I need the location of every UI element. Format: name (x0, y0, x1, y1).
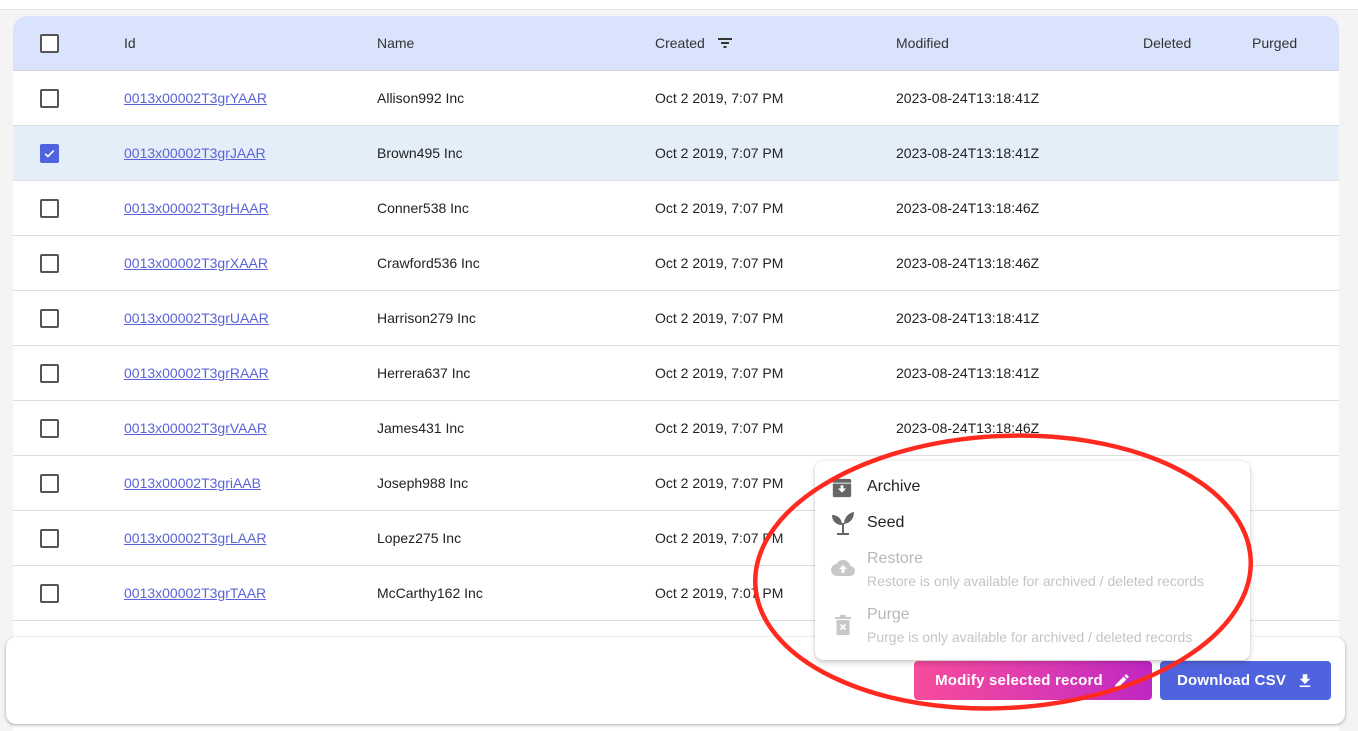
table-header: Id Name Created Modified Deleted Purged (13, 16, 1339, 71)
row-modified: 2023-08-24T13:18:46Z (896, 255, 1040, 271)
record-id-link[interactable]: 0013x00002T3grUAAR (124, 310, 269, 326)
row-created: Oct 2 2019, 7:07 PM (655, 530, 784, 546)
row-id-cell: 0013x00002T3grHAAR (124, 181, 269, 235)
filter-list-icon[interactable] (717, 37, 733, 49)
row-name: Lopez275 Inc (377, 530, 462, 546)
download-icon (1299, 673, 1311, 687)
column-header-name[interactable]: Name (377, 16, 414, 70)
row-created: Oct 2 2019, 7:07 PM (655, 585, 784, 601)
row-name: McCarthy162 Inc (377, 585, 483, 601)
row-name: Herrera637 Inc (377, 365, 471, 381)
row-checkbox[interactable] (40, 309, 59, 328)
column-header-deleted[interactable]: Deleted (1143, 16, 1191, 70)
modify-selected-record-button[interactable]: Modify selected record (914, 661, 1152, 700)
record-id-link[interactable]: 0013x00002T3grTAAR (124, 585, 266, 601)
row-checkbox[interactable] (40, 419, 59, 438)
table-row[interactable]: 0013x00002T3grVAAR James431 Inc Oct 2 2019… (13, 401, 1339, 456)
menu-item-restore: Restore Restore is only available for ar… (815, 547, 1250, 593)
menu-item-purge: Purge Purge is only available for archiv… (815, 603, 1250, 649)
table-row[interactable]: 0013x00002T3grYAAR Allison992 Inc Oct 2 20… (13, 71, 1339, 126)
row-id-cell: 0013x00002T3griAAB (124, 456, 261, 510)
table-row[interactable]: 0013x00002T3grUAAR Harrison279 Inc Oct 2 2… (13, 291, 1339, 346)
table-row[interactable]: 0013x00002T3grRAAR Herrera637 Inc Oct 2 20… (13, 346, 1339, 401)
row-id-cell: 0013x00002T3grUAAR (124, 291, 269, 345)
check-icon (44, 149, 55, 158)
row-created: Oct 2 2019, 7:07 PM (655, 365, 784, 381)
menu-item-seed-label: Seed (867, 514, 905, 531)
row-created: Oct 2 2019, 7:07 PM (655, 145, 784, 161)
row-id-cell: 0013x00002T3grLAAR (124, 511, 266, 565)
record-id-link[interactable]: 0013x00002T3grHAAR (124, 200, 269, 216)
cloud-upload-icon (831, 560, 855, 576)
menu-item-purge-label: Purge (867, 606, 910, 623)
row-checkbox[interactable] (40, 199, 59, 218)
record-id-link[interactable]: 0013x00002T3grJAAR (124, 145, 266, 161)
row-created: Oct 2 2019, 7:07 PM (655, 310, 784, 326)
row-created: Oct 2 2019, 7:07 PM (655, 200, 784, 216)
row-checkbox[interactable] (40, 529, 59, 548)
row-modified: 2023-08-24T13:18:46Z (896, 200, 1040, 216)
delete-forever-icon (835, 615, 851, 635)
menu-item-seed[interactable]: Seed (815, 509, 1250, 539)
record-id-link[interactable]: 0013x00002T3grXAAR (124, 255, 268, 271)
record-id-link[interactable]: 0013x00002T3grVAAR (124, 420, 267, 436)
record-id-link[interactable]: 0013x00002T3grRAAR (124, 365, 269, 381)
row-id-cell: 0013x00002T3grRAAR (124, 346, 269, 400)
row-created: Oct 2 2019, 7:07 PM (655, 90, 784, 106)
row-id-cell: 0013x00002T3grYAAR (124, 71, 267, 125)
row-name: Brown495 Inc (377, 145, 463, 161)
row-modified: 2023-08-24T13:18:41Z (896, 145, 1040, 161)
modify-actions-menu: Archive Seed Restore Restore is only ava… (815, 461, 1250, 660)
row-id-cell: 0013x00002T3grVAAR (124, 401, 267, 455)
top-bar (0, 0, 1358, 10)
table-row[interactable]: 0013x00002T3grXAAR Crawford536 Inc Oct 2 2… (13, 236, 1339, 291)
row-modified: 2023-08-24T13:18:41Z (896, 365, 1040, 381)
row-created: Oct 2 2019, 7:07 PM (655, 255, 784, 271)
record-id-link[interactable]: 0013x00002T3grYAAR (124, 90, 267, 106)
row-id-cell: 0013x00002T3grXAAR (124, 236, 268, 290)
menu-item-archive-label: Archive (867, 478, 921, 495)
seedling-icon (832, 512, 854, 535)
row-created: Oct 2 2019, 7:07 PM (655, 420, 784, 436)
row-name: Allison992 Inc (377, 90, 465, 106)
row-id-cell: 0013x00002T3grJAAR (124, 126, 266, 180)
row-modified: 2023-08-24T13:18:41Z (896, 310, 1040, 326)
row-modified: 2023-08-24T13:18:41Z (896, 90, 1040, 106)
archive-icon (832, 478, 852, 498)
column-header-created[interactable]: Created (655, 16, 733, 70)
menu-item-archive[interactable]: Archive (815, 473, 1250, 503)
row-name: Joseph988 Inc (377, 475, 469, 491)
row-checkbox[interactable] (40, 89, 59, 108)
table-row[interactable]: 0013x00002T3grJAAR Brown495 Inc Oct 2 2019… (13, 126, 1339, 181)
row-checkbox[interactable] (40, 364, 59, 383)
row-id-cell: 0013x00002T3grTAAR (124, 566, 266, 620)
row-created: Oct 2 2019, 7:07 PM (655, 475, 784, 491)
download-csv-button[interactable]: Download CSV (1160, 661, 1331, 700)
row-name: Conner538 Inc (377, 200, 469, 216)
row-name: Crawford536 Inc (377, 255, 480, 271)
select-all-checkbox[interactable] (40, 34, 59, 53)
column-header-modified[interactable]: Modified (896, 16, 949, 70)
row-modified: 2023-08-24T13:18:46Z (896, 420, 1040, 436)
menu-item-purge-description: Purge is only available for archived / d… (867, 629, 1193, 645)
menu-item-restore-label: Restore (867, 550, 924, 567)
row-checkbox[interactable] (40, 474, 59, 493)
column-header-id[interactable]: Id (124, 16, 136, 70)
modify-button-label: Modify selected record (935, 672, 1103, 689)
row-checkbox[interactable] (40, 254, 59, 273)
table-row[interactable]: 0013x00002T3grHAAR Conner538 Inc Oct 2 201… (13, 181, 1339, 236)
record-id-link[interactable]: 0013x00002T3grLAAR (124, 530, 266, 546)
column-header-purged[interactable]: Purged (1252, 16, 1297, 70)
record-id-link[interactable]: 0013x00002T3griAAB (124, 475, 261, 491)
row-checkbox[interactable] (40, 144, 59, 163)
column-header-created-label: Created (655, 35, 705, 51)
row-name: James431 Inc (377, 420, 465, 436)
row-name: Harrison279 Inc (377, 310, 476, 326)
download-button-label: Download CSV (1176, 672, 1287, 689)
row-checkbox[interactable] (40, 584, 59, 603)
pencil-icon (1115, 673, 1129, 688)
menu-item-restore-description: Restore is only available for archived /… (867, 573, 1204, 589)
